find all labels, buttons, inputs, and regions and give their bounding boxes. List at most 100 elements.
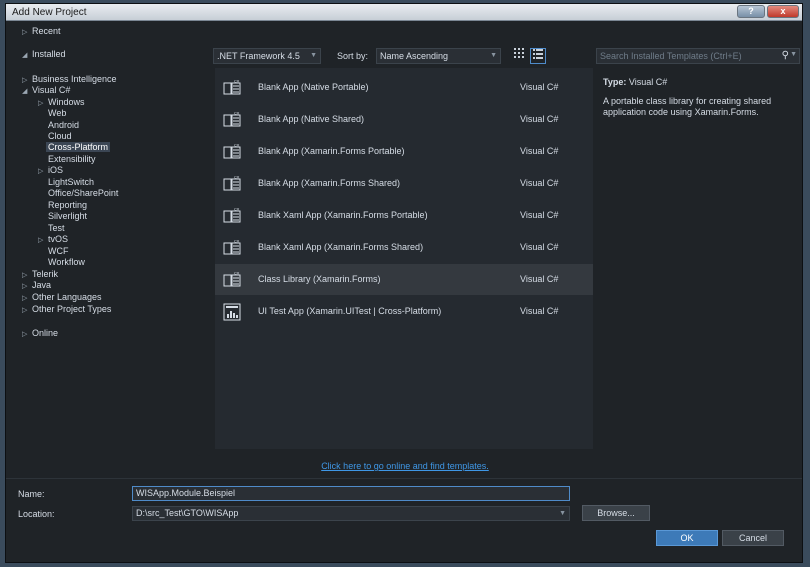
template-row[interactable]: C# Blank App (Native Shared) Visual C# [215, 104, 593, 135]
expand-arrow-icon[interactable]: ▷ [38, 99, 48, 107]
template-language: Visual C# [520, 306, 559, 316]
tree-item-label: Cross-Platform [48, 142, 109, 152]
tree-item-test[interactable]: Test [48, 223, 65, 233]
tree-item-extensibility[interactable]: Extensibility [48, 154, 96, 164]
template-row[interactable]: C# Blank App (Xamarin.Forms Shared) Visu… [215, 168, 593, 199]
list-view-icon[interactable] [530, 48, 546, 64]
framework-dropdown[interactable]: .NET Framework 4.5 ▼ [213, 48, 321, 64]
svg-text:C#: C# [234, 79, 240, 84]
location-dropdown[interactable]: D:\src_Test\GTO\WISApp ▼ [132, 506, 570, 521]
tree-item-cross-platform[interactable]: Cross-Platform [46, 142, 111, 152]
expand-arrow-icon[interactable]: ▷ [22, 271, 32, 279]
tree-item-label: Telerik [32, 269, 59, 279]
csharp-template-icon: C# [223, 143, 241, 159]
tree-item-label: Other Languages [32, 292, 102, 302]
browse-button[interactable]: Browse... [582, 505, 650, 521]
tree-item-lightswitch[interactable]: LightSwitch [48, 177, 94, 187]
add-new-project-dialog: Add New Project ? x ▷ Recent ◢ Installed ▷… [5, 3, 803, 563]
tree-item-label: Business Intelligence [32, 74, 117, 84]
sort-value: Name Ascending [380, 51, 449, 61]
chevron-down-icon[interactable]: ▼ [790, 51, 797, 58]
tree-item-other-languages[interactable]: ▷ Other Languages [22, 292, 102, 302]
collapse-arrow-icon[interactable]: ◢ [22, 51, 32, 59]
expand-arrow-icon[interactable]: ▷ [38, 167, 48, 175]
tree-item-business-intelligence[interactable]: ▷ Business Intelligence [22, 74, 117, 84]
tree-item-cloud[interactable]: Cloud [48, 131, 72, 141]
name-field[interactable]: WISApp.Module.Beispiel [132, 486, 570, 501]
template-row-selected[interactable]: C# Class Library (Xamarin.Forms) Visual … [215, 264, 593, 295]
tree-item-label: Workflow [48, 257, 85, 267]
sort-label: Sort by: [337, 51, 369, 61]
collapse-arrow-icon[interactable]: ◢ [22, 87, 32, 95]
grid-view-icon[interactable] [511, 48, 527, 64]
tree-item-other-project-types[interactable]: ▷ Other Project Types [22, 304, 111, 314]
tree-item-silverlight[interactable]: Silverlight [48, 211, 87, 221]
tree-item-label: Silverlight [48, 211, 88, 221]
template-name: Blank Xaml App (Xamarin.Forms Shared) [258, 242, 424, 252]
template-description: A portable class library for creating sh… [603, 96, 772, 117]
close-button[interactable]: x [767, 5, 799, 18]
tree-item-installed[interactable]: ◢ Installed [22, 49, 66, 59]
tree-item-wcf[interactable]: WCF [48, 246, 69, 256]
type-key: Type: [603, 77, 627, 87]
expand-arrow-icon[interactable]: ▷ [22, 306, 32, 314]
tree-item-label: Installed [32, 49, 66, 59]
tree-item-reporting[interactable]: Reporting [48, 200, 87, 210]
tree-item-label: Android [48, 120, 80, 130]
cancel-button[interactable]: Cancel [722, 530, 784, 546]
tree-item-office-sharepoint[interactable]: Office/SharePoint [48, 188, 118, 198]
tree-item-label: Cloud [48, 131, 72, 141]
title-bar: Add New Project ? x [6, 4, 802, 21]
template-row[interactable]: C# Blank App (Xamarin.Forms Portable) Vi… [215, 136, 593, 167]
location-label: Location: [18, 509, 55, 519]
template-row[interactable]: C# Blank Xaml App (Xamarin.Forms Shared)… [215, 232, 593, 263]
location-value: D:\src_Test\GTO\WISApp [136, 508, 239, 518]
type-value: Visual C# [628, 77, 668, 87]
tree-item-recent[interactable]: ▷ Recent [22, 26, 61, 36]
ok-button[interactable]: OK [656, 530, 718, 546]
expand-arrow-icon[interactable]: ▷ [38, 236, 48, 244]
online-templates-link[interactable]: Click here to go online and find templat… [321, 461, 489, 471]
csharp-template-icon: C# [223, 239, 241, 255]
expand-arrow-icon[interactable]: ▷ [22, 330, 32, 338]
svg-text:C#: C# [234, 175, 240, 180]
expand-arrow-icon[interactable]: ▷ [22, 28, 32, 36]
tree-item-windows[interactable]: ▷ Windows [38, 97, 85, 107]
search-input[interactable]: Search Installed Templates (Ctrl+E) ⚲ ▼ [596, 48, 800, 64]
template-row[interactable]: UI Test App (Xamarin.UITest | Cross-Plat… [215, 296, 593, 327]
tree-item-visual-csharp[interactable]: ◢ Visual C# [22, 85, 70, 95]
name-label: Name: [18, 489, 45, 499]
template-name: UI Test App (Xamarin.UITest | Cross-Plat… [258, 306, 442, 316]
template-type: Type: Visual C# [603, 77, 801, 88]
template-language: Visual C# [520, 178, 559, 188]
expand-arrow-icon[interactable]: ▷ [22, 282, 32, 290]
chevron-down-icon: ▼ [310, 52, 317, 59]
tree-item-web[interactable]: Web [48, 108, 66, 118]
svg-text:C#: C# [234, 143, 240, 148]
help-button[interactable]: ? [737, 5, 765, 18]
tree-item-label: WCF [48, 246, 69, 256]
chevron-down-icon: ▼ [559, 510, 566, 517]
tree-item-label: Web [48, 108, 67, 118]
tree-item-telerik[interactable]: ▷ Telerik [22, 269, 58, 279]
chevron-down-icon: ▼ [490, 52, 497, 59]
template-language: Visual C# [520, 274, 559, 284]
template-language: Visual C# [520, 210, 559, 220]
csharp-template-icon: C# [223, 79, 241, 95]
tree-item-workflow[interactable]: Workflow [48, 257, 85, 267]
expand-arrow-icon[interactable]: ▷ [22, 294, 32, 302]
tree-item-android[interactable]: Android [48, 120, 79, 130]
tree-item-java[interactable]: ▷ Java [22, 280, 51, 290]
template-list: C# Blank App (Native Portable) Visual C#… [215, 68, 593, 449]
tree-item-label: LightSwitch [48, 177, 95, 187]
sort-dropdown[interactable]: Name Ascending ▼ [376, 48, 501, 64]
template-name: Blank App (Xamarin.Forms Portable) [258, 146, 405, 156]
expand-arrow-icon[interactable]: ▷ [22, 76, 32, 84]
tree-item-ios[interactable]: ▷ iOS [38, 165, 63, 175]
svg-text:C#: C# [234, 239, 240, 244]
template-row[interactable]: C# Blank Xaml App (Xamarin.Forms Portabl… [215, 200, 593, 231]
tree-item-tvos[interactable]: ▷ tvOS [38, 234, 68, 244]
search-icon[interactable]: ⚲ [782, 50, 789, 61]
template-row[interactable]: C# Blank App (Native Portable) Visual C# [215, 72, 593, 103]
tree-item-online[interactable]: ▷ Online [22, 328, 58, 338]
